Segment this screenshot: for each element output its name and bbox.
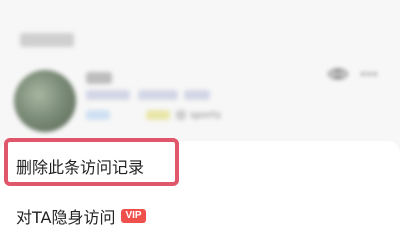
- blurred-info-chip: [184, 90, 210, 100]
- hidden-visit-button[interactable]: 对TA隐身访问 VIP: [0, 193, 400, 239]
- blurred-user-tag: sports: [190, 110, 221, 121]
- blurred-nickname: [86, 72, 112, 84]
- delete-visit-record-label: 删除此条访问记录: [16, 158, 145, 177]
- vip-badge: VIP: [121, 209, 146, 223]
- blurred-tag-chip: [176, 110, 186, 120]
- more-icon[interactable]: [360, 66, 378, 82]
- action-sheet: 删除此条访问记录 对TA隐身访问 VIP: [0, 141, 400, 247]
- delete-visit-record-button[interactable]: 删除此条访问记录: [0, 143, 400, 189]
- blurred-info-chip: [86, 90, 130, 100]
- blurred-tag-chip: [86, 110, 110, 120]
- hidden-visit-label: 对TA隐身访问: [16, 208, 116, 227]
- blurred-tag-chip: [146, 110, 170, 120]
- blurred-info-chip: [138, 90, 178, 100]
- avatar: [14, 70, 76, 132]
- blurred-username: [20, 33, 74, 47]
- eye-icon[interactable]: [328, 66, 348, 82]
